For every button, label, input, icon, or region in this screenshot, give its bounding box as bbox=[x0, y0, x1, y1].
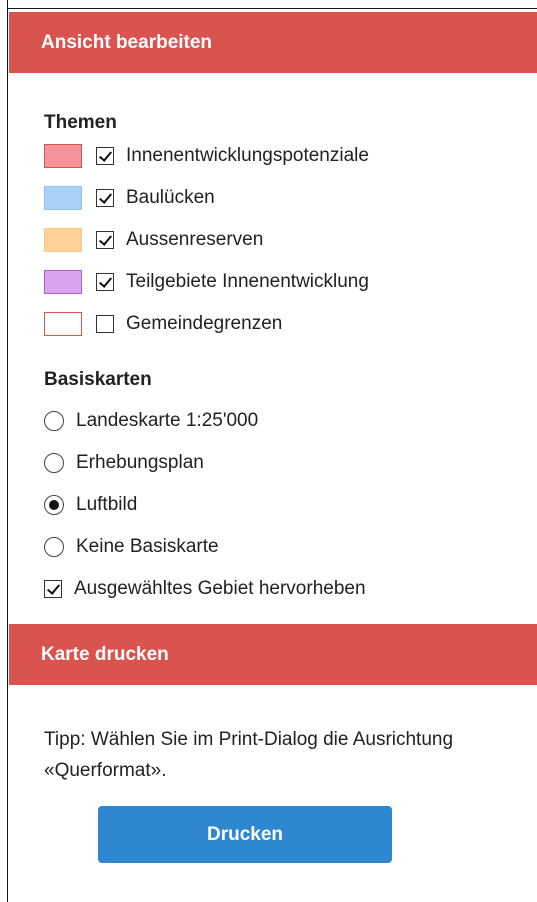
theme-color-swatch bbox=[44, 312, 82, 336]
theme-row-innenentwicklungspotenziale[interactable]: Innenentwicklungspotenziale bbox=[44, 141, 369, 171]
theme-row-gemeindegrenzen[interactable]: Gemeindegrenzen bbox=[44, 309, 282, 339]
theme-row-bauluecken[interactable]: Baulücken bbox=[44, 183, 215, 213]
theme-label: Baulücken bbox=[126, 187, 215, 208]
basemap-label: Keine Basiskarte bbox=[76, 536, 219, 557]
basemap-label: Landeskarte 1:25'000 bbox=[76, 410, 259, 431]
theme-row-aussenreserven[interactable]: Aussenreserven bbox=[44, 225, 263, 255]
basemap-option-erhebungsplan[interactable]: Erhebungsplan bbox=[44, 448, 204, 478]
theme-checkbox[interactable] bbox=[96, 315, 114, 333]
theme-label: Innenentwicklungspotenziale bbox=[126, 145, 369, 166]
theme-color-swatch bbox=[44, 186, 82, 210]
theme-checkbox[interactable] bbox=[96, 147, 114, 165]
edit-view-header: Ansicht bearbeiten bbox=[9, 12, 537, 73]
basemap-radio[interactable] bbox=[44, 495, 64, 515]
theme-label: Gemeindegrenzen bbox=[126, 313, 283, 334]
basemap-label: Erhebungsplan bbox=[76, 452, 204, 473]
basemap-radio[interactable] bbox=[44, 537, 64, 557]
app-frame: Ansicht bearbeiten Themen Innenentwicklu… bbox=[0, 0, 537, 902]
basemaps-title: Basiskarten bbox=[44, 369, 152, 390]
theme-label: Aussenreserven bbox=[126, 229, 264, 250]
theme-label: Teilgebiete Innenentwicklung bbox=[126, 271, 369, 292]
theme-color-swatch bbox=[44, 144, 82, 168]
theme-checkbox[interactable] bbox=[96, 189, 114, 207]
basemap-radio[interactable] bbox=[44, 411, 64, 431]
basemap-option-keine[interactable]: Keine Basiskarte bbox=[44, 532, 219, 562]
basemap-option-landeskarte[interactable]: Landeskarte 1:25'000 bbox=[44, 406, 258, 436]
theme-color-swatch bbox=[44, 228, 82, 252]
print-button[interactable]: Drucken bbox=[98, 806, 392, 863]
theme-checkbox[interactable] bbox=[96, 231, 114, 249]
side-panel: Ansicht bearbeiten Themen Innenentwicklu… bbox=[9, 9, 537, 902]
highlight-area-checkbox[interactable] bbox=[44, 580, 62, 598]
theme-row-teilgebiete[interactable]: Teilgebiete Innenentwicklung bbox=[44, 267, 369, 297]
highlight-area-label: Ausgewähltes Gebiet hervorheben bbox=[74, 578, 366, 599]
highlight-area-option[interactable]: Ausgewähltes Gebiet hervorheben bbox=[44, 574, 366, 604]
print-tip: Tipp: Wählen Sie im Print-Dialog die Aus… bbox=[44, 729, 454, 781]
theme-color-swatch bbox=[44, 270, 82, 294]
left-divider bbox=[0, 0, 8, 902]
top-divider bbox=[0, 0, 537, 9]
theme-checkbox[interactable] bbox=[96, 273, 114, 291]
themes-title: Themen bbox=[44, 112, 117, 133]
basemap-label: Luftbild bbox=[76, 494, 138, 515]
print-map-header: Karte drucken bbox=[9, 624, 537, 685]
basemap-option-luftbild[interactable]: Luftbild bbox=[44, 490, 137, 520]
basemap-radio[interactable] bbox=[44, 453, 64, 473]
